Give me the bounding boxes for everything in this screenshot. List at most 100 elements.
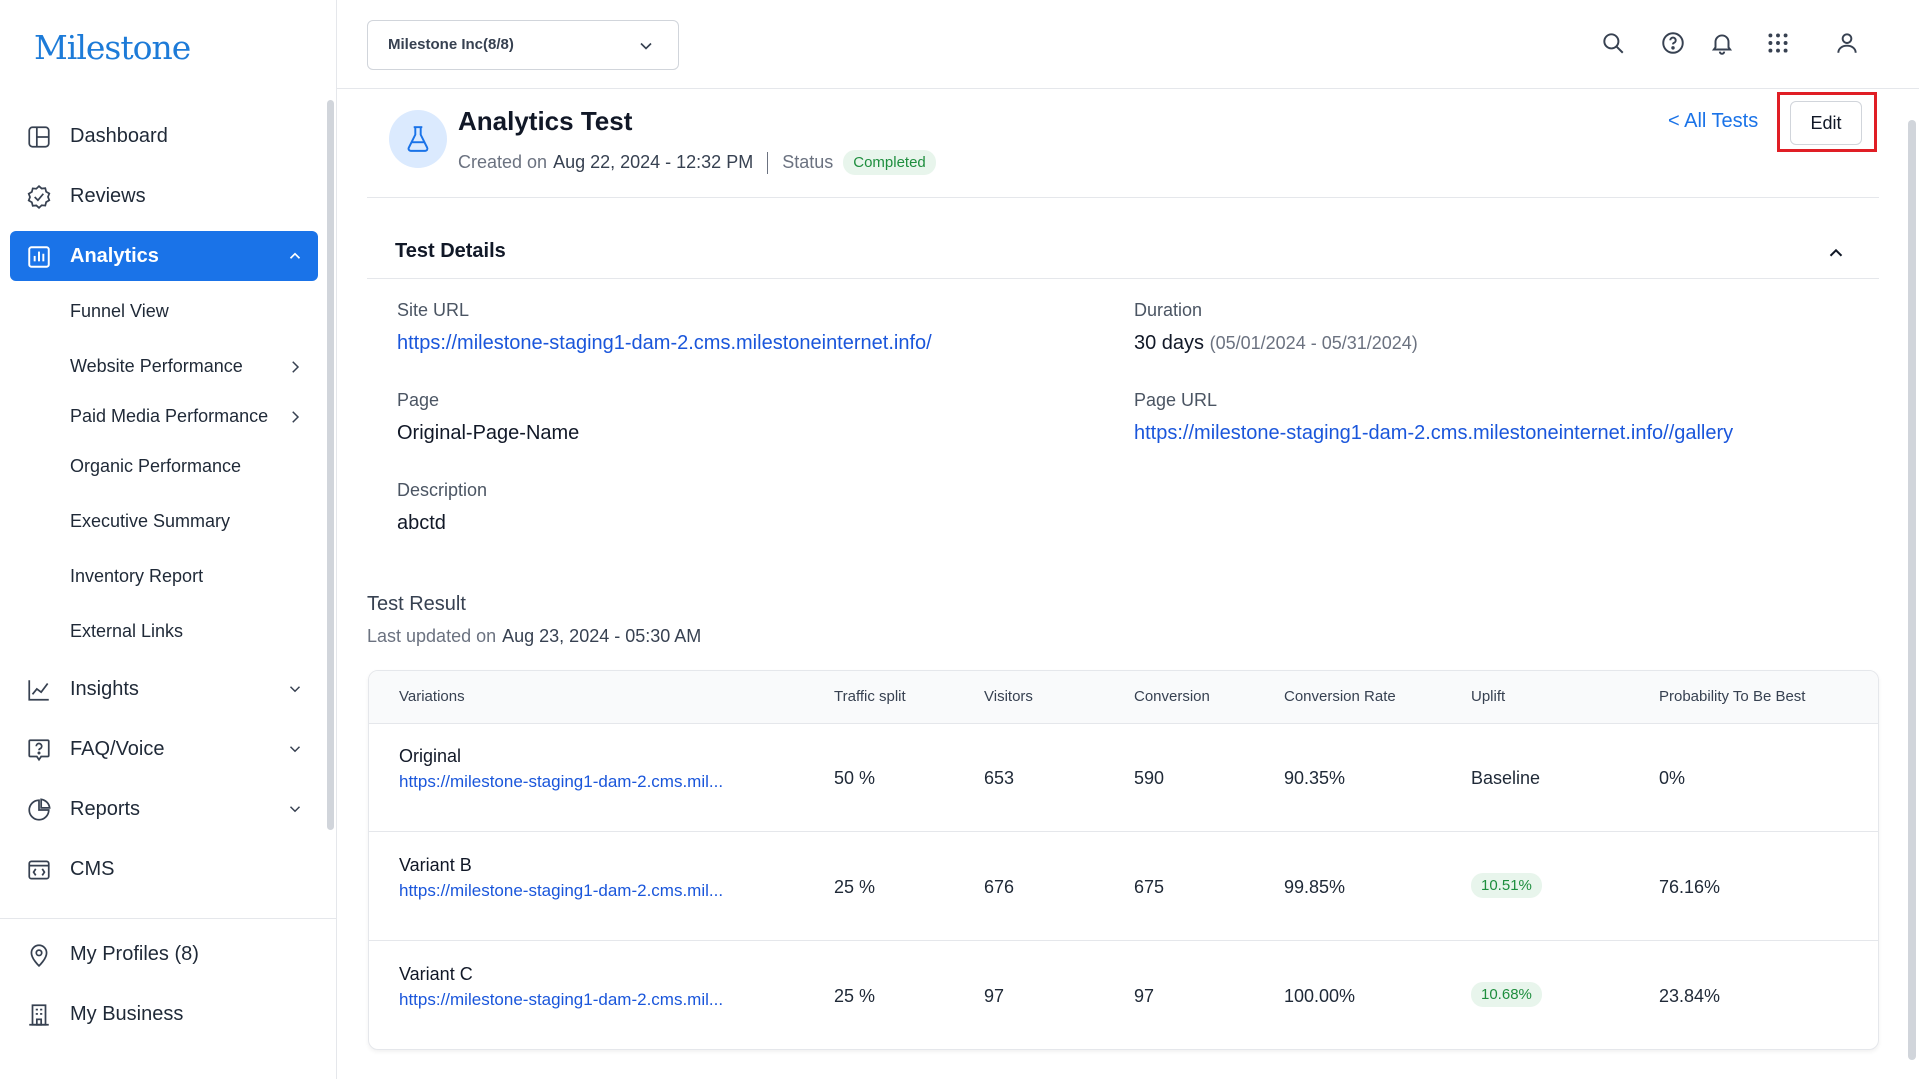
column-header-traffic-split: Traffic split	[834, 688, 906, 705]
sidebar-subitem-external-links[interactable]: External Links	[10, 605, 318, 660]
page-url-link[interactable]: https://milestone-staging1-dam-2.cms.mil…	[1134, 422, 1733, 445]
chevron-up-icon[interactable]	[1825, 242, 1847, 264]
column-header-uplift: Uplift	[1471, 688, 1506, 705]
page-url-label: Page URL	[1134, 390, 1218, 410]
subitem-label: External Links	[70, 621, 184, 641]
sidebar-item-my-profiles[interactable]: My Profiles (8)	[10, 929, 318, 979]
sidebar-scrollbar[interactable]	[327, 100, 334, 830]
sidebar-subitem-paid-media-performance[interactable]: Paid Media Performance	[10, 395, 318, 445]
location-pin-icon	[30, 944, 48, 968]
sidebar-subitem-inventory-report[interactable]: Inventory Report	[10, 550, 318, 605]
reviews-icon	[27, 184, 51, 210]
sidebar-item-cms[interactable]: CMS	[10, 844, 318, 894]
conversion-cell: 590	[1134, 768, 1165, 788]
sidebar-subitem-funnel-view[interactable]: Funnel View	[10, 285, 318, 340]
duration-value: 30 days (05/01/2024 - 05/31/2024)	[1134, 332, 1418, 355]
sidebar-item-reports[interactable]: Reports	[10, 784, 318, 834]
sidebar-item-dashboard[interactable]: Dashboard	[10, 111, 318, 161]
sidebar-item-label: Dashboard	[70, 124, 168, 147]
chevron-down-icon	[640, 42, 652, 50]
sidebar-item-analytics[interactable]: Analytics	[10, 231, 318, 281]
help-icon[interactable]	[1660, 30, 1686, 56]
all-tests-link[interactable]: < All Tests	[1668, 110, 1758, 133]
main-content: Analytics Test Created on Aug 22, 2024 -…	[337, 90, 1897, 1079]
test-meta: Created on Aug 22, 2024 - 12:32 PM Statu…	[458, 150, 936, 175]
chevron-right-icon	[292, 361, 300, 373]
chevron-down-icon[interactable]	[286, 800, 304, 818]
test-result-heading: Test Result	[367, 593, 466, 615]
test-avatar	[389, 110, 447, 168]
duration-days: 30 days	[1134, 332, 1205, 354]
page-value: Original-Page-Name	[397, 422, 580, 444]
traffic-split-cell: 25 %	[834, 986, 876, 1006]
sidebar-item-label: CMS	[70, 857, 115, 880]
app: Milestone Dashboard Reviews Analytics Fu…	[0, 0, 1919, 1079]
last-updated-date: Aug 23, 2024 - 05:30 AM	[502, 626, 702, 646]
variation-url-link[interactable]: https://milestone-staging1-dam-2.cms.mil…	[399, 881, 723, 901]
sidebar-item-faq-voice[interactable]: FAQ/Voice	[10, 724, 318, 774]
subitem-label: Organic Performance	[70, 456, 242, 476]
sidebar-subitem-executive-summary[interactable]: Executive Summary	[10, 495, 318, 550]
site-url-label: Site URL	[397, 300, 470, 320]
organization-select-value: Milestone Inc(8/8)	[388, 36, 514, 53]
sidebar-item-my-business[interactable]: My Business	[10, 989, 318, 1039]
variation-url-link[interactable]: https://milestone-staging1-dam-2.cms.mil…	[399, 772, 723, 792]
analytics-icon	[28, 246, 50, 268]
last-updated-label: Last updated on	[367, 626, 497, 646]
main-scrollbar[interactable]	[1908, 120, 1916, 1060]
table-row: Variant C https://milestone-staging1-dam…	[369, 942, 1878, 1049]
results-table: Variations Traffic split Visitors Conver…	[368, 670, 1879, 1050]
faq-icon	[28, 739, 50, 762]
search-icon[interactable]	[1600, 30, 1626, 56]
column-header-variations: Variations	[399, 688, 465, 705]
edit-button[interactable]: Edit	[1790, 101, 1862, 145]
table-row: Original https://milestone-staging1-dam-…	[369, 724, 1878, 832]
visitors-cell: 653	[984, 768, 1015, 788]
table-header: Variations Traffic split Visitors Conver…	[369, 671, 1878, 724]
traffic-split-cell: 50 %	[834, 768, 876, 788]
uplift-badge: 10.68%	[1471, 982, 1542, 1007]
sidebar-item-label: Reports	[70, 797, 141, 820]
user-icon[interactable]	[1834, 30, 1860, 56]
sidebar-item-reviews[interactable]: Reviews	[10, 171, 318, 221]
uplift-cell: Baseline	[1471, 768, 1541, 788]
page-label: Page	[397, 390, 440, 410]
cms-icon	[28, 860, 50, 880]
sidebar: Milestone Dashboard Reviews Analytics Fu…	[0, 0, 337, 1079]
sidebar-item-insights[interactable]: Insights	[10, 664, 318, 714]
subitem-label: Executive Summary	[70, 511, 231, 531]
dashboard-icon	[28, 126, 50, 148]
conversion-cell: 675	[1134, 877, 1165, 897]
sidebar-bottom: My Profiles (8) My Business	[0, 918, 337, 1049]
chevron-down-icon[interactable]	[286, 680, 304, 698]
organization-select[interactable]: Milestone Inc(8/8)	[367, 20, 679, 70]
chevron-up-icon[interactable]	[286, 247, 304, 265]
bell-icon[interactable]	[1709, 30, 1735, 56]
meta-divider	[767, 151, 769, 174]
variation-name: Variant B	[399, 855, 472, 875]
chevron-down-icon[interactable]	[286, 740, 304, 758]
sidebar-subitem-organic-performance[interactable]: Organic Performance	[10, 445, 318, 495]
probability-cell: 23.84%	[1659, 986, 1721, 1006]
variation-url-link[interactable]: https://milestone-staging1-dam-2.cms.mil…	[399, 990, 723, 1010]
subitem-label: Funnel View	[70, 301, 169, 321]
column-header-conversion-rate: Conversion Rate	[1284, 688, 1396, 705]
duration-range: (05/01/2024 - 05/31/2024)	[1209, 333, 1418, 353]
status-badge: Completed	[843, 150, 936, 175]
table-row: Variant B https://milestone-staging1-dam…	[369, 833, 1878, 941]
variation-name: Variant C	[399, 964, 473, 984]
subitem-label: Paid Media Performance	[70, 406, 269, 426]
site-url-link[interactable]: https://milestone-staging1-dam-2.cms.mil…	[397, 332, 932, 355]
sidebar-item-label: FAQ/Voice	[70, 737, 165, 760]
status-label: Status	[782, 152, 834, 172]
reports-icon	[28, 798, 51, 821]
description-value: abctd	[397, 512, 446, 534]
milestone-logo[interactable]: Milestone	[34, 28, 191, 67]
conversion-rate-cell: 100.00%	[1284, 986, 1356, 1006]
sidebar-item-label: Insights	[70, 677, 139, 700]
test-details-heading: Test Details	[395, 240, 506, 262]
last-updated: Last updated on Aug 23, 2024 - 05:30 AM	[367, 626, 701, 647]
apps-grid-icon[interactable]	[1765, 30, 1791, 56]
flask-icon	[407, 126, 429, 152]
sidebar-subitem-website-performance[interactable]: Website Performance	[10, 340, 318, 395]
